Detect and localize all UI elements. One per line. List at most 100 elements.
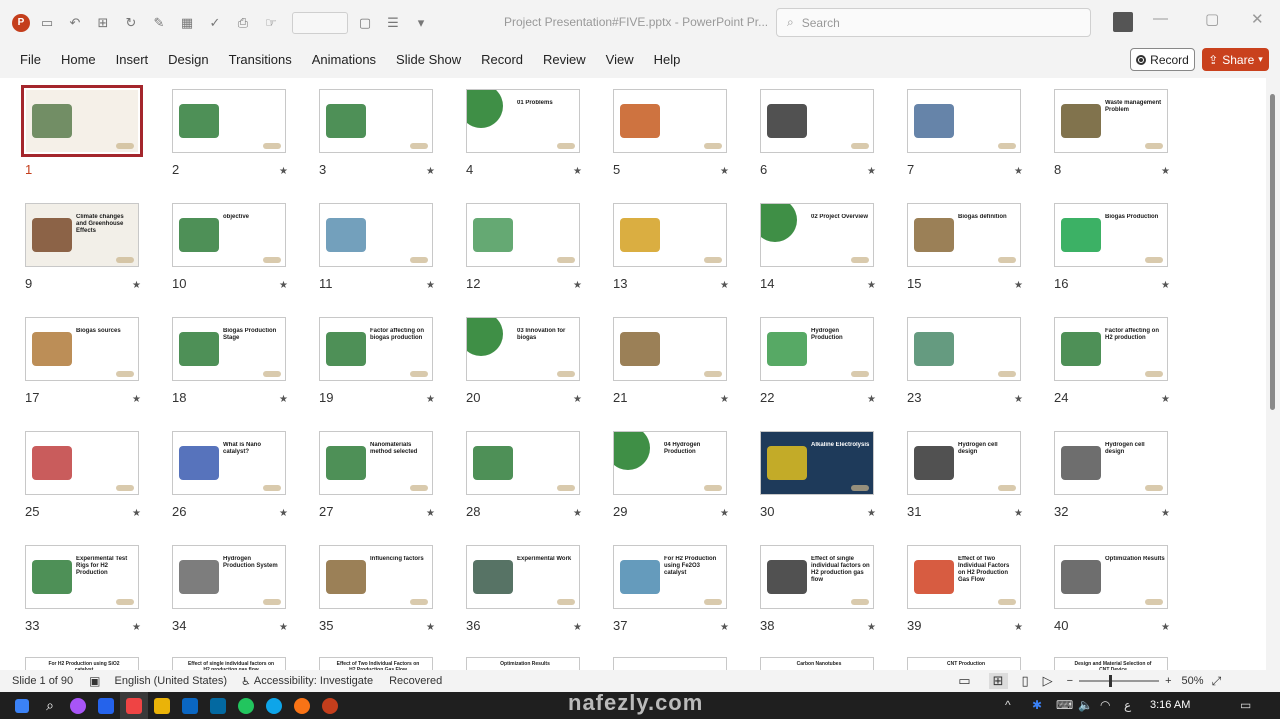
- slide-thumbnail[interactable]: 02 Project Overview: [760, 203, 874, 267]
- draw-icon[interactable]: ✎: [148, 12, 170, 34]
- slide-thumbnail[interactable]: [907, 317, 1021, 381]
- powerpoint-taskbar-icon[interactable]: [316, 692, 344, 719]
- slide-thumbnail[interactable]: For H2 Production using Fe2O3 catalyst: [613, 545, 727, 609]
- slide-thumbnail[interactable]: Hydrogen cell design: [1054, 431, 1168, 495]
- slide-thumbnail-partial[interactable]: CNT Production: [907, 657, 1021, 670]
- slideshow-icon[interactable]: ▷: [1043, 673, 1053, 689]
- slide-sorter-icon[interactable]: ⊞: [988, 673, 1008, 689]
- slide-thumbnail-partial[interactable]: Optimization Results: [466, 657, 580, 670]
- zoom-slider-thumb[interactable]: [1109, 675, 1113, 687]
- slide-thumbnail[interactable]: Climate changes and Greenhouse Effects: [25, 203, 139, 267]
- slide-thumbnail[interactable]: [319, 89, 433, 153]
- slide-thumbnail[interactable]: Biogas sources: [25, 317, 139, 381]
- font-size-box[interactable]: [292, 11, 348, 34]
- share-button[interactable]: ⇪ Share ▾: [1202, 48, 1269, 71]
- zoom-level[interactable]: 50%: [1182, 675, 1204, 687]
- reading-view-icon[interactable]: ▯: [1022, 673, 1029, 689]
- slide-thumbnail[interactable]: [613, 203, 727, 267]
- outlook-icon[interactable]: [204, 692, 232, 719]
- ribbon-tab-transitions[interactable]: Transitions: [219, 45, 302, 75]
- fit-slide-icon[interactable]: ⤢: [1212, 674, 1222, 689]
- layout-icon[interactable]: ▦: [176, 12, 198, 34]
- slide-thumbnail[interactable]: Biogas Production: [1054, 203, 1168, 267]
- ribbon-tab-design[interactable]: Design: [158, 45, 218, 75]
- ribbon-tab-slide-show[interactable]: Slide Show: [386, 45, 471, 75]
- transition-star-icon[interactable]: ★: [279, 280, 288, 291]
- new-slide-icon[interactable]: ⊞: [92, 12, 114, 34]
- ribbon-tab-home[interactable]: Home: [51, 45, 106, 75]
- transition-star-icon[interactable]: ★: [867, 166, 876, 177]
- slide-thumbnail-partial[interactable]: Carbon Nanotubes: [760, 657, 874, 670]
- slide-thumbnail[interactable]: [25, 431, 139, 495]
- slide-thumbnail[interactable]: Hydrogen Production System: [172, 545, 286, 609]
- slide-thumbnail-partial[interactable]: [613, 657, 727, 670]
- slide-thumbnail[interactable]: [613, 89, 727, 153]
- notes-check-icon[interactable]: ▣: [89, 674, 100, 688]
- input-language[interactable]: ع: [1124, 698, 1131, 712]
- customize-qat-icon[interactable]: ▾: [410, 12, 432, 34]
- speaker-icon[interactable]: 🔈: [1078, 698, 1093, 712]
- copilot-icon[interactable]: [64, 692, 92, 719]
- ribbon-tab-help[interactable]: Help: [644, 45, 691, 75]
- firefox-icon[interactable]: [288, 692, 316, 719]
- search-taskbar-icon[interactable]: ⌕: [36, 692, 64, 719]
- file-explorer-icon[interactable]: [148, 692, 176, 719]
- transition-star-icon[interactable]: ★: [1161, 280, 1170, 291]
- transition-star-icon[interactable]: ★: [132, 280, 141, 291]
- slide-thumbnail-partial[interactable]: For H2 Production using SiO2 catalyst: [25, 657, 139, 670]
- slide-thumbnail[interactable]: Effect of single individual factors on H…: [760, 545, 874, 609]
- transition-star-icon[interactable]: ★: [573, 622, 582, 633]
- account-avatar[interactable]: [1113, 12, 1133, 32]
- search-box[interactable]: ⌕ Search: [776, 8, 1091, 37]
- slide-thumbnail[interactable]: Experimental Work: [466, 545, 580, 609]
- transition-star-icon[interactable]: ★: [720, 508, 729, 519]
- slide-thumbnail[interactable]: Influencing factors: [319, 545, 433, 609]
- record-button[interactable]: Record: [1130, 48, 1195, 71]
- transition-star-icon[interactable]: ★: [132, 394, 141, 405]
- scrollbar-thumb[interactable]: [1270, 94, 1275, 410]
- slide-thumbnail[interactable]: [466, 203, 580, 267]
- transition-star-icon[interactable]: ★: [426, 622, 435, 633]
- pinned-app-icon[interactable]: [120, 692, 148, 719]
- transition-star-icon[interactable]: ★: [573, 280, 582, 291]
- notifications-icon[interactable]: ▭: [1240, 698, 1251, 712]
- transition-star-icon[interactable]: ★: [426, 166, 435, 177]
- undo-icon[interactable]: ↶: [64, 12, 86, 34]
- accessibility-status[interactable]: Accessibility: Investigate: [254, 675, 373, 687]
- slide-thumbnail[interactable]: 04 Hydrogen Production: [613, 431, 727, 495]
- slide-thumbnail[interactable]: Factor affecting on biogas production: [319, 317, 433, 381]
- slide-thumbnail[interactable]: Biogas definition: [907, 203, 1021, 267]
- start-icon[interactable]: [8, 692, 36, 719]
- transition-star-icon[interactable]: ★: [1014, 622, 1023, 633]
- whatsapp-icon[interactable]: [232, 692, 260, 719]
- redo-icon[interactable]: ↻: [120, 12, 142, 34]
- transition-star-icon[interactable]: ★: [426, 280, 435, 291]
- slide-thumbnail-partial[interactable]: Effect of Two Individual Factors on H2 P…: [319, 657, 433, 670]
- slide-thumbnail[interactable]: Hydrogen Production: [760, 317, 874, 381]
- ribbon-tab-animations[interactable]: Animations: [302, 45, 386, 75]
- transition-star-icon[interactable]: ★: [1014, 280, 1023, 291]
- vertical-scrollbar[interactable]: [1266, 78, 1280, 670]
- list-icon[interactable]: ☰: [382, 12, 404, 34]
- keyboard-icon[interactable]: ⌨: [1056, 698, 1073, 712]
- transition-star-icon[interactable]: ★: [1014, 394, 1023, 405]
- slide-thumbnail[interactable]: Optimization Results: [1054, 545, 1168, 609]
- ribbon-tab-record[interactable]: Record: [471, 45, 533, 75]
- minimize-icon[interactable]: —: [1153, 10, 1168, 27]
- slide-thumbnail[interactable]: Hydrogen cell design: [907, 431, 1021, 495]
- language-indicator[interactable]: English (United States): [115, 675, 228, 687]
- touch-mode-icon[interactable]: ☞: [260, 12, 282, 34]
- wifi-icon[interactable]: ◠: [1100, 698, 1110, 712]
- bluetooth-icon[interactable]: ✱: [1032, 698, 1042, 712]
- slide-thumbnail[interactable]: Biogas Production Stage: [172, 317, 286, 381]
- transition-star-icon[interactable]: ★: [426, 508, 435, 519]
- transition-star-icon[interactable]: ★: [426, 394, 435, 405]
- slide-sorter-view[interactable]: 1 2 ★ 3 ★ 01 Problems 4 ★ 5 ★ 6 ★ 7 ★ Waste management…: [0, 78, 1266, 670]
- transition-star-icon[interactable]: ★: [720, 622, 729, 633]
- slide-thumbnail[interactable]: Experimental Test Rigs for H2 Production: [25, 545, 139, 609]
- transition-star-icon[interactable]: ★: [867, 508, 876, 519]
- clock[interactable]: 3:16 AM: [1150, 699, 1190, 711]
- slide-thumbnail-partial[interactable]: Design and Material Selection of CNT Dev…: [1054, 657, 1168, 670]
- transition-star-icon[interactable]: ★: [279, 622, 288, 633]
- transition-star-icon[interactable]: ★: [720, 280, 729, 291]
